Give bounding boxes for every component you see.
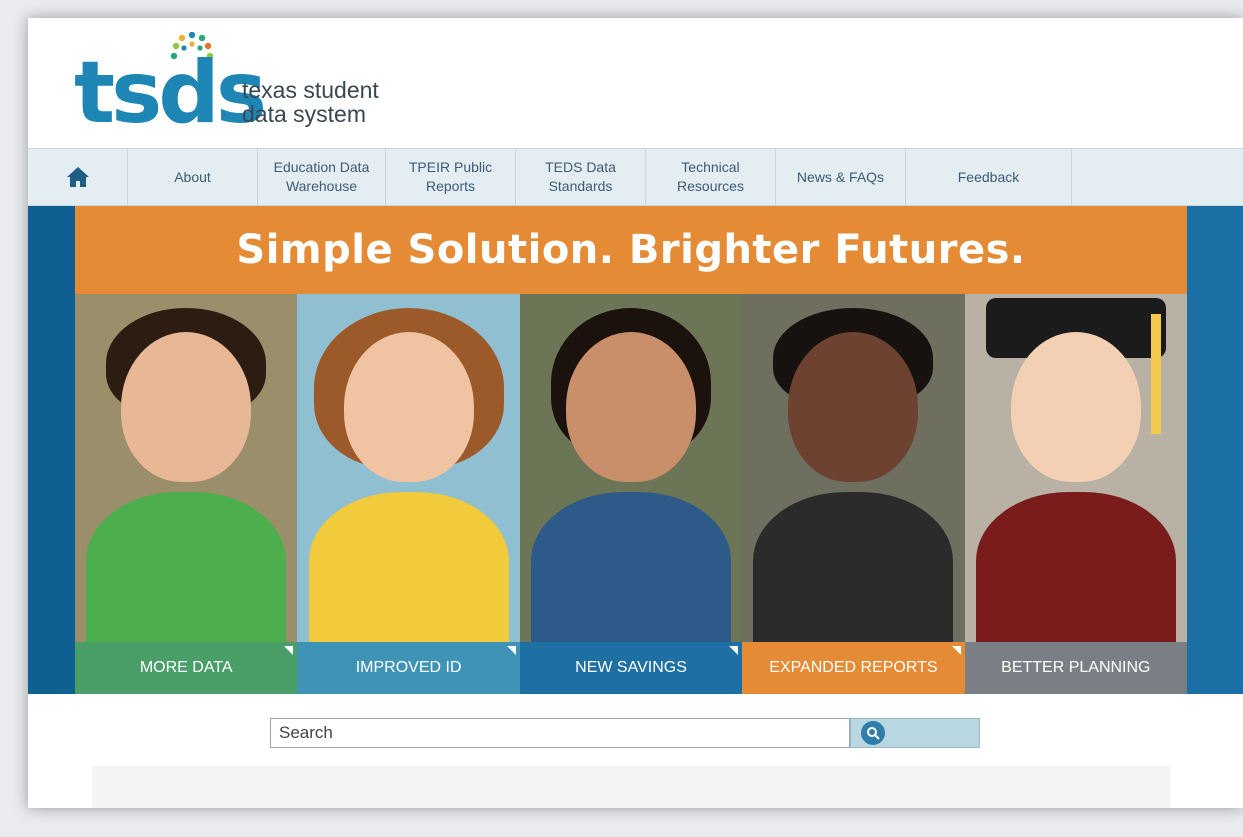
student-photo-teen-girl — [519, 294, 743, 642]
nav-item-feedback[interactable]: Feedback — [906, 149, 1072, 205]
nav-item-label: Feedback — [957, 168, 1020, 185]
nav-item-about[interactable]: About — [128, 149, 258, 205]
hero-section: Simple Solution. Brighter Futures. More … — [28, 206, 1243, 694]
search-icon — [861, 721, 885, 745]
search-button[interactable] — [850, 718, 980, 748]
tsds-logo[interactable]: tsds texas student data system — [74, 32, 434, 142]
tab-label: New Savings — [575, 659, 687, 676]
nav-item-news-faqs[interactable]: News & FAQs — [776, 149, 906, 205]
nav-item-label: News & FAQs — [796, 168, 885, 185]
content-panel — [92, 766, 1170, 808]
nav-item-label: About — [174, 168, 211, 185]
nav-item-label-2: Resources — [677, 178, 744, 194]
tab-better-planning[interactable]: Better Planning — [964, 642, 1188, 694]
tab-label: Improved ID — [355, 659, 462, 676]
nav-item-tpeir-public-reports[interactable]: TPEIR Public Reports — [386, 149, 516, 205]
nav-home-button[interactable] — [28, 149, 128, 205]
nav-item-label-2: Warehouse — [285, 178, 358, 194]
tab-expanded-reports[interactable]: Expanded Reports — [742, 642, 965, 694]
graduation-tassel — [1151, 314, 1162, 434]
nav-item-teds-data-standards[interactable]: TEDS Data Standards — [516, 149, 646, 205]
tab-improved-id[interactable]: Improved ID — [297, 642, 520, 694]
hero-right-band — [1187, 206, 1243, 694]
corner-arrow-icon — [729, 646, 739, 655]
logo-tagline-line2: data system — [242, 101, 366, 127]
tab-label: Expanded Reports — [769, 659, 938, 676]
student-photo-graduate — [964, 294, 1188, 642]
student-photo-boy — [75, 294, 298, 642]
tab-new-savings[interactable]: New Savings — [519, 642, 743, 694]
logo-tagline: texas student data system — [242, 78, 379, 126]
home-icon — [66, 167, 89, 187]
nav-item-education-data-warehouse[interactable]: Education Data Warehouse — [258, 149, 386, 205]
tab-label: Better Planning — [1001, 659, 1151, 676]
search-input[interactable] — [270, 718, 850, 748]
tab-more-data[interactable]: More Data — [75, 642, 298, 694]
corner-arrow-icon — [284, 646, 294, 655]
main-nav: About Education Data Warehouse TPEIR Pub… — [28, 148, 1243, 206]
browser-page: tsds texas student data system About Edu… — [28, 18, 1243, 808]
corner-arrow-icon — [951, 646, 961, 655]
site-header: tsds texas student data system — [28, 18, 1243, 148]
nav-item-label: Technical — [681, 159, 740, 175]
student-photo-teen-boy — [742, 294, 965, 642]
nav-item-label-2: Standards — [548, 178, 613, 194]
tab-label: More Data — [139, 659, 233, 676]
student-photo-girl — [297, 294, 520, 642]
nav-item-label: Education Data — [273, 159, 370, 175]
nav-item-technical-resources[interactable]: Technical Resources — [646, 149, 776, 205]
hero-photos — [75, 294, 1188, 642]
corner-arrow-icon — [506, 646, 516, 655]
hero-banner: Simple Solution. Brighter Futures. — [75, 206, 1187, 294]
search-bar — [28, 708, 1243, 752]
logo-tagline-line1: texas student — [242, 77, 379, 103]
nav-item-label: TPEIR Public — [408, 159, 493, 175]
hero-tabs: More Data Improved ID New Savings Expand… — [75, 642, 1188, 694]
nav-item-label: TEDS Data — [545, 159, 616, 175]
hero-left-band — [28, 206, 75, 694]
nav-item-label-2: Reports — [425, 178, 476, 194]
logo-wordmark: tsds — [74, 43, 267, 143]
